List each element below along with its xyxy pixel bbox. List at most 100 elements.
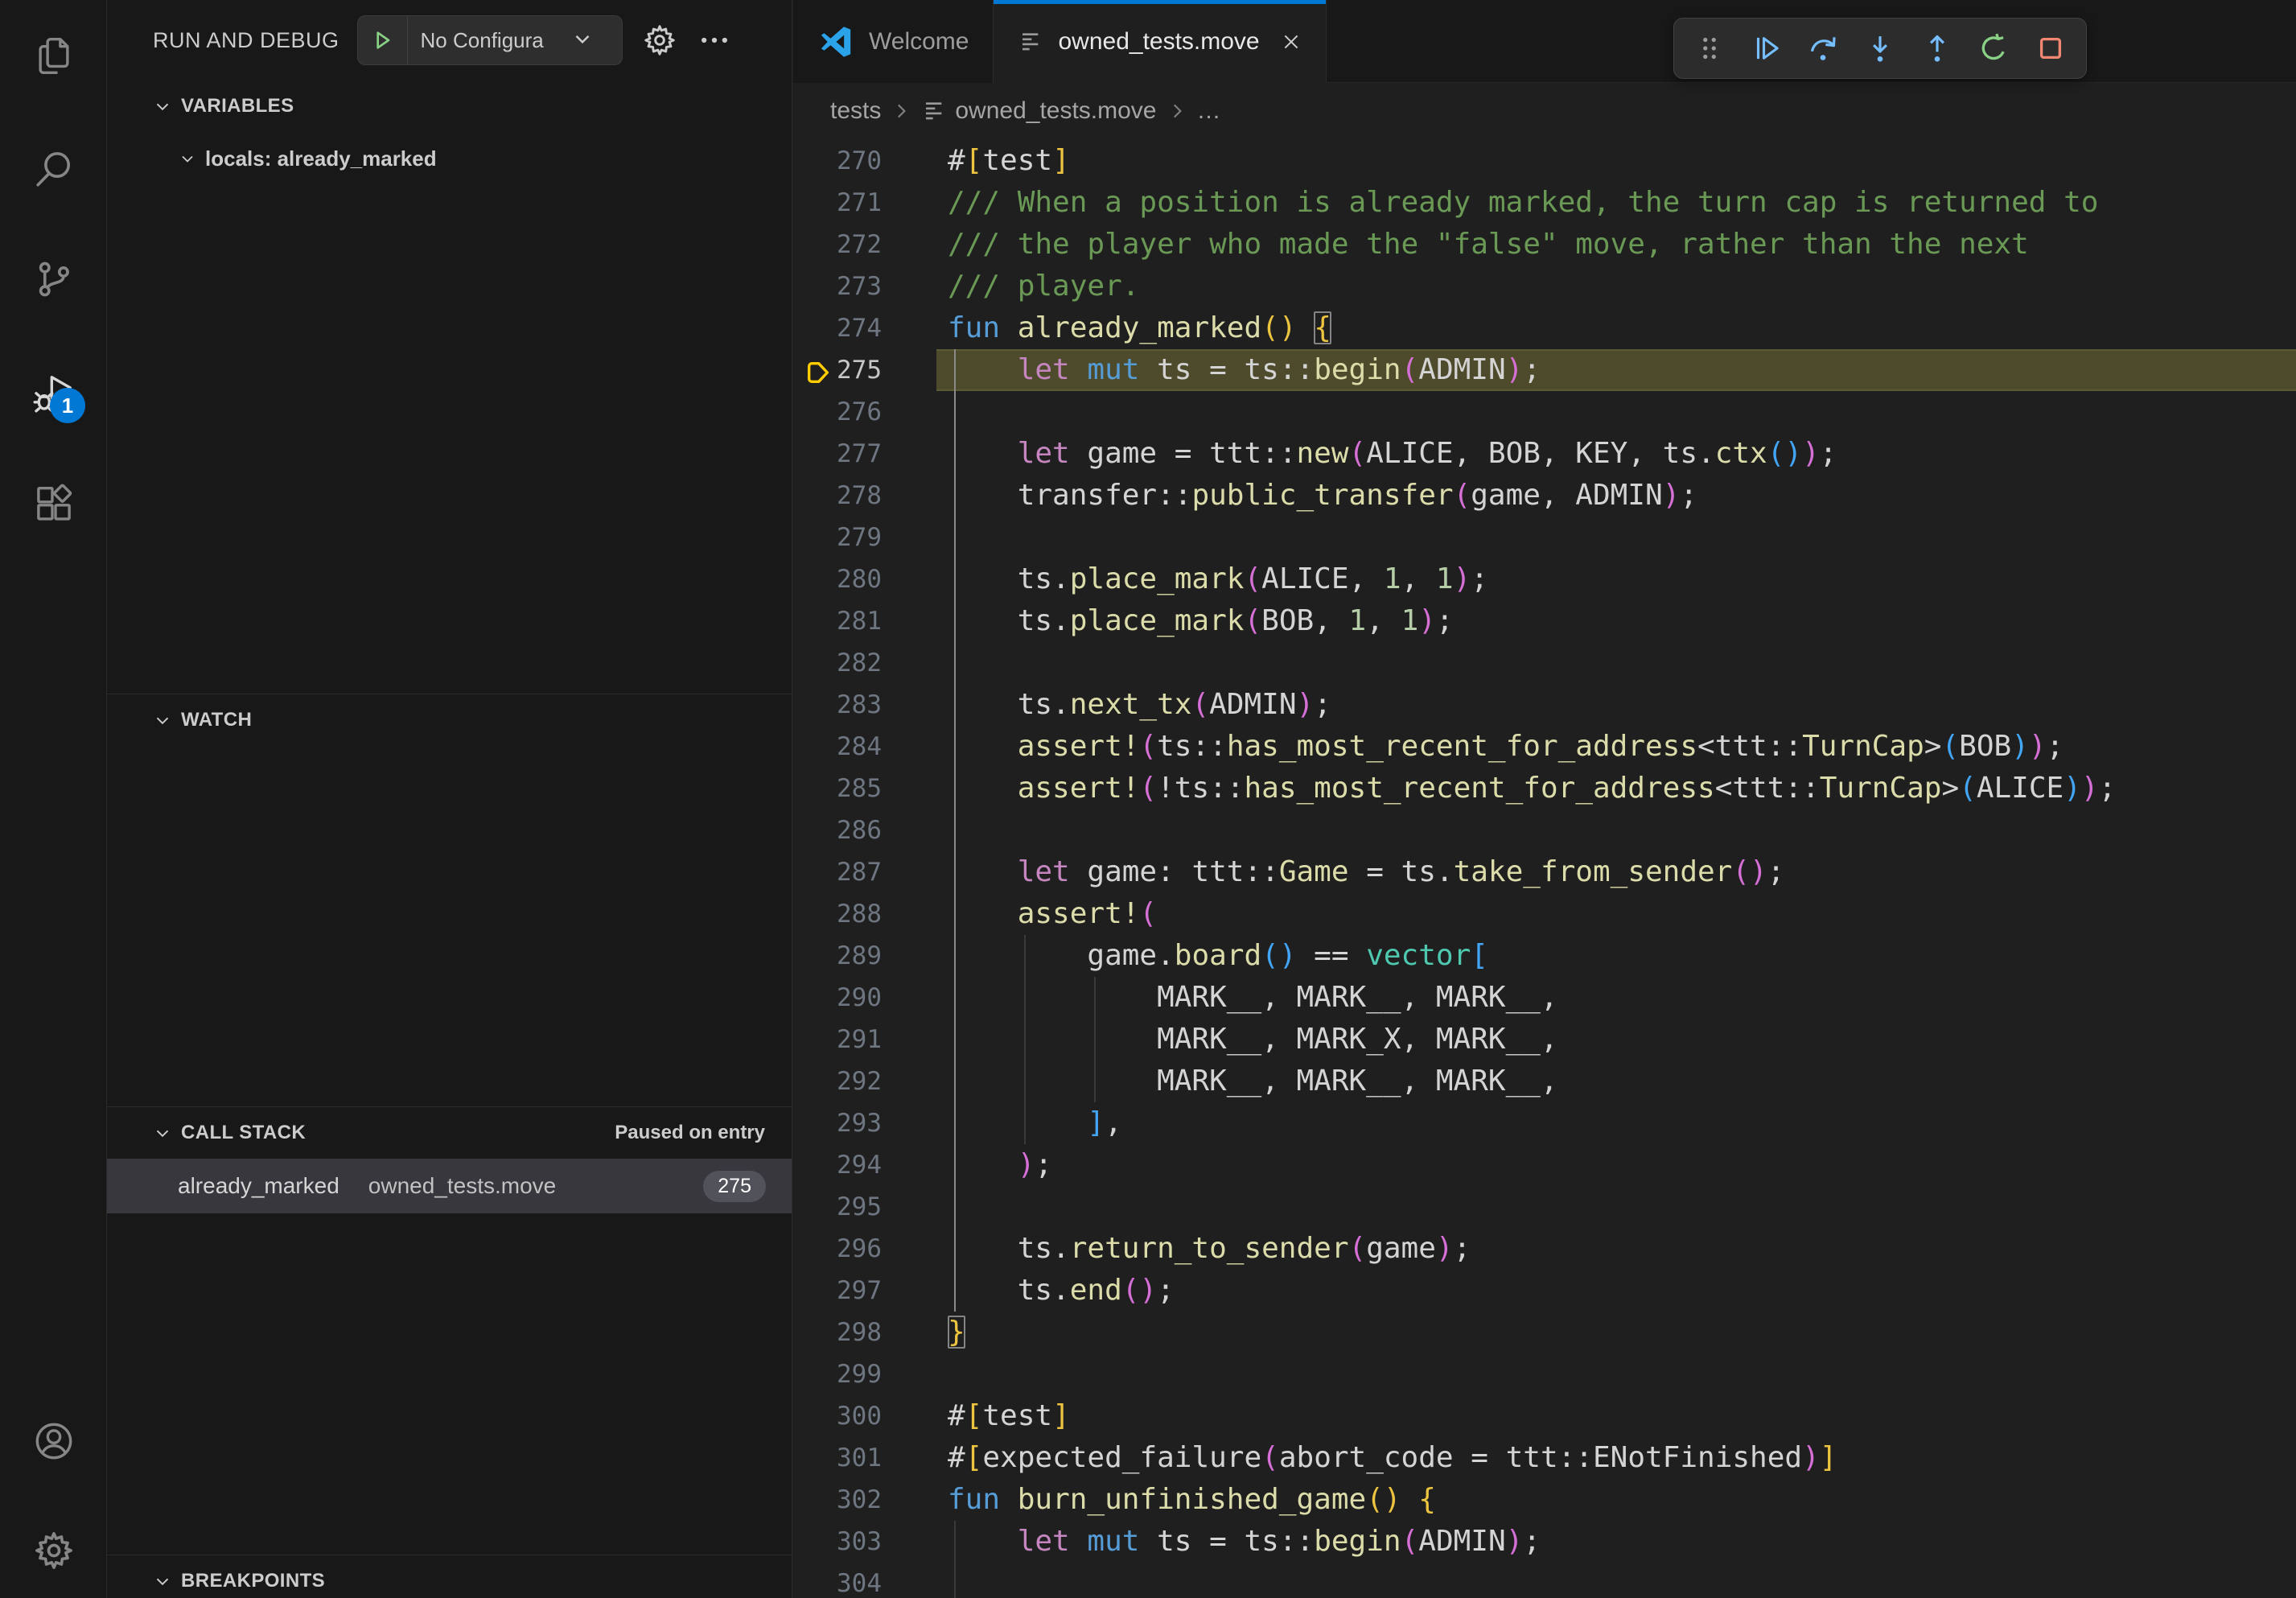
line-number-gutter[interactable]: 290: [793, 977, 936, 1019]
code-line[interactable]: 296 ts.return_to_sender(game);: [793, 1228, 2296, 1270]
line-number-gutter[interactable]: 275: [793, 349, 936, 391]
code-line[interactable]: 271/// When a position is already marked…: [793, 182, 2296, 224]
code-line[interactable]: 287 let game: ttt::Game = ts.take_from_s…: [793, 851, 2296, 893]
debug-configuration-dropdown[interactable]: No Configura: [357, 15, 623, 65]
code-line[interactable]: 273/// player.: [793, 266, 2296, 307]
code-line[interactable]: 304: [793, 1563, 2296, 1598]
code-line-content[interactable]: [936, 391, 2296, 433]
code-line-content[interactable]: [936, 1186, 2296, 1228]
line-number-gutter[interactable]: 273: [793, 266, 936, 307]
code-line-content[interactable]: ts.return_to_sender(game);: [936, 1228, 2296, 1270]
close-icon[interactable]: [1281, 31, 1302, 52]
code-line-content[interactable]: [936, 1563, 2296, 1598]
run-and-debug-icon[interactable]: 1: [32, 372, 76, 415]
line-number-gutter[interactable]: 288: [793, 893, 936, 935]
code-line-content[interactable]: assert!(: [936, 893, 2296, 935]
code-line[interactable]: 301#[expected_failure(abort_code = ttt::…: [793, 1437, 2296, 1479]
code-line[interactable]: 303 let mut ts = ts::begin(ADMIN);: [793, 1521, 2296, 1563]
code-line[interactable]: 300#[test]: [793, 1395, 2296, 1437]
code-line[interactable]: 286: [793, 809, 2296, 851]
code-line[interactable]: 276: [793, 391, 2296, 433]
code-line-content[interactable]: #[test]: [936, 140, 2296, 182]
code-line-content[interactable]: let game: ttt::Game = ts.take_from_sende…: [936, 851, 2296, 893]
code-line[interactable]: 294 );: [793, 1144, 2296, 1186]
code-line-content[interactable]: fun burn_unfinished_game() {: [936, 1479, 2296, 1521]
line-number-gutter[interactable]: 299: [793, 1353, 936, 1395]
stop-icon[interactable]: [2028, 26, 2073, 71]
line-number-gutter[interactable]: 272: [793, 224, 936, 266]
breadcrumb-item-tests[interactable]: tests: [830, 97, 881, 125]
code-line-content[interactable]: game.board() == vector[: [936, 935, 2296, 977]
code-line-content[interactable]: let mut ts = ts::begin(ADMIN);: [936, 1521, 2296, 1563]
line-number-gutter[interactable]: 293: [793, 1102, 936, 1144]
line-number-gutter[interactable]: 270: [793, 140, 936, 182]
line-number-gutter[interactable]: 302: [793, 1479, 936, 1521]
line-number-gutter[interactable]: 284: [793, 726, 936, 768]
code-line[interactable]: 291 MARK__, MARK_X, MARK__,: [793, 1019, 2296, 1061]
code-line[interactable]: 279: [793, 517, 2296, 558]
code-line-content[interactable]: ],: [936, 1102, 2296, 1144]
line-number-gutter[interactable]: 286: [793, 809, 936, 851]
code-line-content[interactable]: assert!(!ts::has_most_recent_for_address…: [936, 768, 2296, 809]
variables-section-header[interactable]: VARIABLES: [107, 80, 792, 132]
variables-locals-item[interactable]: locals: already_marked: [107, 132, 792, 185]
code-line[interactable]: 302fun burn_unfinished_game() {: [793, 1479, 2296, 1521]
step-over-icon[interactable]: [1800, 26, 1845, 71]
more-actions-ellipsis-icon[interactable]: [697, 23, 732, 58]
code-line[interactable]: 297 ts.end();: [793, 1270, 2296, 1312]
line-number-gutter[interactable]: 296: [793, 1228, 936, 1270]
line-number-gutter[interactable]: 279: [793, 517, 936, 558]
step-into-icon[interactable]: [1858, 26, 1903, 71]
code-line-content[interactable]: transfer::public_transfer(game, ADMIN);: [936, 475, 2296, 517]
explorer-icon[interactable]: [32, 35, 76, 78]
code-line[interactable]: 278 transfer::public_transfer(game, ADMI…: [793, 475, 2296, 517]
extensions-icon[interactable]: [32, 482, 76, 525]
drag-grip-icon[interactable]: [1687, 26, 1732, 71]
code-line[interactable]: 280 ts.place_mark(ALICE, 1, 1);: [793, 558, 2296, 600]
line-number-gutter[interactable]: 303: [793, 1521, 936, 1563]
code-line[interactable]: 290 MARK__, MARK__, MARK__,: [793, 977, 2296, 1019]
code-line-content[interactable]: #[expected_failure(abort_code = ttt::ENo…: [936, 1437, 2296, 1479]
line-number-gutter[interactable]: 281: [793, 600, 936, 642]
line-number-gutter[interactable]: 282: [793, 642, 936, 684]
code-line-content[interactable]: fun already_marked() {: [936, 307, 2296, 349]
account-icon[interactable]: [32, 1419, 76, 1463]
run-play-icon[interactable]: [358, 16, 408, 64]
code-line-content[interactable]: ts.place_mark(BOB, 1, 1);: [936, 600, 2296, 642]
line-number-gutter[interactable]: 274: [793, 307, 936, 349]
code-line[interactable]: 293 ],: [793, 1102, 2296, 1144]
code-line-content[interactable]: ts.end();: [936, 1270, 2296, 1312]
code-line-content[interactable]: /// player.: [936, 266, 2296, 307]
code-line[interactable]: 298}: [793, 1312, 2296, 1353]
watch-section-header[interactable]: WATCH: [107, 694, 792, 746]
line-number-gutter[interactable]: 278: [793, 475, 936, 517]
code-line-content[interactable]: MARK__, MARK_X, MARK__,: [936, 1019, 2296, 1061]
restart-icon[interactable]: [1971, 26, 2016, 71]
code-line[interactable]: 270#[test]: [793, 140, 2296, 182]
code-line[interactable]: 277 let game = ttt::new(ALICE, BOB, KEY,…: [793, 433, 2296, 475]
code-line[interactable]: 285 assert!(!ts::has_most_recent_for_add…: [793, 768, 2296, 809]
line-number-gutter[interactable]: 271: [793, 182, 936, 224]
code-line[interactable]: 283 ts.next_tx(ADMIN);: [793, 684, 2296, 726]
code-line-content[interactable]: [936, 517, 2296, 558]
line-number-gutter[interactable]: 297: [793, 1270, 936, 1312]
code-line-content[interactable]: ts.next_tx(ADMIN);: [936, 684, 2296, 726]
code-line[interactable]: 274fun already_marked() {: [793, 307, 2296, 349]
code-line[interactable]: 289 game.board() == vector[: [793, 935, 2296, 977]
line-number-gutter[interactable]: 287: [793, 851, 936, 893]
source-control-icon[interactable]: [32, 257, 76, 301]
code-line-content[interactable]: );: [936, 1144, 2296, 1186]
settings-gear-icon[interactable]: [32, 1529, 76, 1572]
debug-settings-gear-icon[interactable]: [642, 23, 677, 58]
tab-owned-tests-move[interactable]: owned_tests.move: [994, 0, 1326, 83]
code-line-content[interactable]: [936, 642, 2296, 684]
breadcrumb-item-file[interactable]: owned_tests.move: [955, 97, 1156, 125]
breakpoints-section-header[interactable]: BREAKPOINTS: [107, 1555, 792, 1598]
line-number-gutter[interactable]: 277: [793, 433, 936, 475]
search-icon[interactable]: [32, 147, 76, 191]
code-line[interactable]: 272/// the player who made the "false" m…: [793, 224, 2296, 266]
code-line-content[interactable]: assert!(ts::has_most_recent_for_address<…: [936, 726, 2296, 768]
code-line[interactable]: 299: [793, 1353, 2296, 1395]
line-number-gutter[interactable]: 291: [793, 1019, 936, 1061]
code-line[interactable]: 284 assert!(ts::has_most_recent_for_addr…: [793, 726, 2296, 768]
